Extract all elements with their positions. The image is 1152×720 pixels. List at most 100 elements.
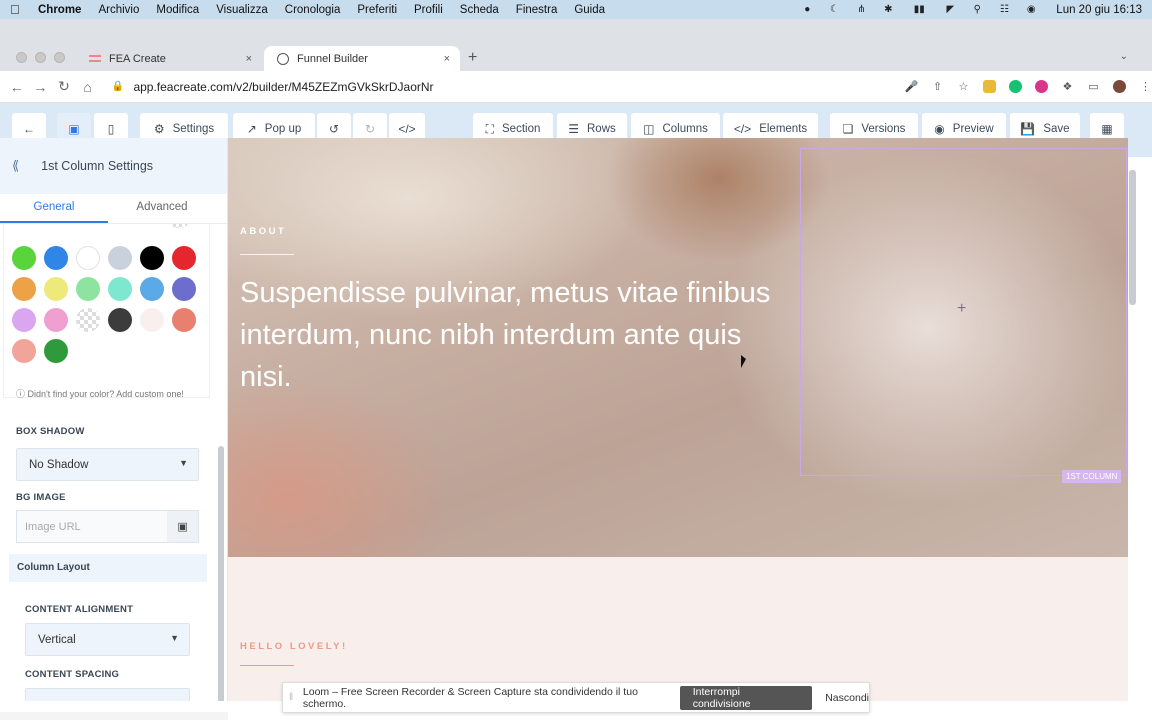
color-swatch[interactable] [12,339,36,363]
close-tab-icon[interactable]: × [444,53,450,65]
menu-item[interactable]: Visualizza [216,4,268,16]
menu-app-name[interactable]: Chrome [38,4,81,16]
color-help-text: ⓘ Didn't find your color? Add custom one… [16,387,184,400]
back-arrow-icon[interactable]: ← [5,79,29,95]
puzzle-icon[interactable]: ❖ [1061,80,1074,93]
versions-icon: ❏ [842,122,854,136]
fork-icon[interactable]: ⋔ [855,4,867,15]
avatar[interactable] [1112,80,1126,93]
color-swatch[interactable] [140,246,164,270]
extension-icon[interactable] [982,80,996,93]
menu-item[interactable]: Preferiti [357,4,397,16]
moon-icon[interactable]: ☾ [828,4,840,15]
tab-general[interactable]: General [0,194,108,223]
image-picker-icon[interactable]: ▣ [167,511,198,542]
close-window-button[interactable] [16,52,27,63]
battery-icon[interactable]: ▮▮ [909,4,929,15]
about-eyebrow[interactable]: ABOUT [240,226,286,237]
url-field[interactable]: 🔒 app.feacreate.com/v2/builder/M45ZEZmGV… [111,75,905,99]
home-icon[interactable]: ⌂ [76,79,100,95]
box-shadow-select[interactable]: No Shadow ▼ [16,448,199,481]
extension-icon[interactable] [1034,80,1048,93]
color-swatch[interactable] [172,277,196,301]
color-swatch[interactable] [108,277,132,301]
color-swatch[interactable] [140,308,164,332]
color-swatch[interactable] [76,246,100,270]
close-tab-icon[interactable]: × [246,53,252,65]
bg-image-input[interactable]: Image URL [17,521,167,533]
control-center-icon[interactable]: ☷ [998,4,1010,15]
sidepanel-icon[interactable]: ▭ [1087,80,1100,93]
color-swatch[interactable] [172,308,196,332]
second-section[interactable]: HELLO LOVELY! [228,557,1128,701]
bluetooth-icon[interactable]: ✱ [882,4,894,15]
column-layout-header[interactable]: Column Layout [9,554,207,582]
search-icon[interactable]: ⚲ [971,4,983,15]
grammarly-icon[interactable] [1008,80,1022,93]
menu-item[interactable]: Profili [414,4,443,16]
drag-handle-icon[interactable]: ‖ [289,692,297,703]
wifi-icon[interactable]: ◤ [944,4,956,15]
stop-sharing-button[interactable]: Interrompi condivisione [679,685,813,710]
bookmark-star-icon[interactable]: ☆ [957,80,970,93]
transparent-swatch[interactable] [76,308,100,332]
hello-eyebrow[interactable]: HELLO LOVELY! [240,641,348,652]
menu-item[interactable]: Finestra [516,4,558,16]
canvas-scrollbar[interactable] [1129,170,1136,305]
content-alignment-label: CONTENT ALIGNMENT [25,604,134,615]
tab-search-chevron-icon[interactable]: ⌄ [1120,51,1128,62]
color-swatch[interactable] [12,246,36,270]
more-icon[interactable]: ⋮ [1139,80,1152,93]
color-swatch[interactable] [44,339,68,363]
content-spacing-select[interactable] [25,688,190,701]
maximize-window-button[interactable] [54,52,65,63]
reload-icon[interactable]: ↻ [52,78,76,95]
double-chevron-left-icon[interactable]: ⟨⟨ [12,158,19,174]
menu-item[interactable]: Modifica [156,4,199,16]
hero-headline[interactable]: Suspendisse pulvinar, metus vitae finibu… [240,272,780,398]
rows-label: Rows [587,123,616,135]
color-swatch[interactable] [12,277,36,301]
forward-arrow-icon[interactable]: → [29,79,53,95]
apple-icon[interactable]:  [10,2,24,17]
content-alignment-select[interactable]: Vertical ▼ [25,623,190,656]
microphone-icon[interactable]: 🎤 [905,80,919,93]
menu-item[interactable]: Scheda [460,4,499,16]
tab-strip: FEA Create × Funnel Builder × + ⌄ [0,19,1152,71]
color-swatch[interactable] [44,277,68,301]
menu-item[interactable]: Archivio [98,4,139,16]
clock[interactable]: Lun 20 giu 16:13 [1056,4,1142,16]
color-swatch[interactable] [76,277,100,301]
lock-icon[interactable]: 🔒 [111,81,123,92]
share-icon[interactable]: ⇧ [931,80,944,93]
tab-funnel-builder[interactable]: Funnel Builder × [264,46,460,71]
color-swatch[interactable] [108,308,132,332]
siri-icon[interactable]: ◉ [1025,4,1037,15]
panel-scrollbar[interactable] [218,446,224,701]
horizontal-scrollbar[interactable] [0,712,228,720]
popup-label: Pop up [264,123,302,135]
hero-section[interactable]: ABOUT Suspendisse pulvinar, metus vitae … [228,138,1128,557]
column-badge[interactable]: 1ST COLUMN [1062,470,1122,483]
hide-button[interactable]: Nascondi [825,692,869,704]
menu-item[interactable]: Guida [574,4,605,16]
tab-advanced[interactable]: Advanced [108,194,216,223]
color-swatch[interactable] [12,308,36,332]
new-tab-button[interactable]: + [468,49,477,67]
tab-fea-create[interactable]: FEA Create × [76,46,262,71]
color-swatch[interactable] [140,277,164,301]
microphone-icon[interactable]: ● [801,4,813,15]
macos-menubar:  Chrome Archivio Modifica Visualizza Cr… [0,0,1152,19]
minimize-window-button[interactable] [35,52,46,63]
color-swatch[interactable] [172,246,196,270]
menu-item[interactable]: Cronologia [285,4,341,16]
color-swatch[interactable] [44,308,68,332]
add-element-icon[interactable]: + [957,300,966,318]
color-swatch[interactable] [44,246,68,270]
columns-label: Columns [662,123,708,135]
transparent-swatch-top[interactable] [169,224,189,228]
arrow-left-icon: ← [23,122,35,136]
color-swatch[interactable] [108,246,132,270]
loom-message: Loom – Free Screen Recorder & Screen Cap… [302,685,638,710]
mobile-icon: ▯ [107,122,115,136]
